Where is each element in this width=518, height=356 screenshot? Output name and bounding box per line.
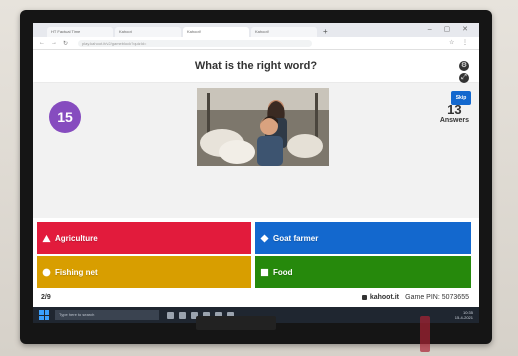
answers-counter: 13 Answers <box>440 102 469 124</box>
new-tab-button[interactable]: + <box>323 27 328 37</box>
lock-icon <box>361 294 367 300</box>
forward-icon[interactable]: → <box>51 40 57 46</box>
triangle-icon <box>42 234 51 242</box>
tv-frame: HT Factual Time Kahoot Kahoot! Kahoot! +… <box>20 10 492 344</box>
taskbar-search-input[interactable]: Type here to search <box>55 310 159 320</box>
site-label: kahoot.it <box>361 294 399 301</box>
answer-tile-blue[interactable]: Goat farmer <box>255 222 471 254</box>
extension-icons[interactable]: ☆ ⋮ <box>449 39 471 46</box>
address-bar: ← → ↻ play.kahoot.it/v2/gameblock?quizId… <box>33 37 479 50</box>
answer-label: Food <box>273 267 293 277</box>
reload-icon[interactable]: ↻ <box>63 40 68 47</box>
fullscreen-icon[interactable]: ⤢ <box>459 73 469 83</box>
answer-tile-yellow[interactable]: Fishing net <box>37 256 251 288</box>
task-view-icon[interactable] <box>167 311 174 319</box>
tv-bottom-bezel <box>196 316 276 330</box>
circle-icon <box>42 268 51 276</box>
question-image <box>197 88 329 166</box>
answers-label: Answers <box>439 117 469 124</box>
system-tray[interactable]: 10:35 15-4-2021 <box>455 310 473 320</box>
browser-tab[interactable]: HT Factual Time <box>47 27 113 37</box>
site-name: kahoot.it <box>369 294 399 301</box>
browser-tabstrip: HT Factual Time Kahoot Kahoot! Kahoot! +… <box>33 23 479 37</box>
tv-screen: HT Factual Time Kahoot Kahoot! Kahoot! +… <box>33 23 479 323</box>
browser-tab-active[interactable]: Kahoot! <box>183 27 249 37</box>
url-field[interactable]: play.kahoot.it/v2/gameblock?quizId= <box>78 39 313 47</box>
question-bar: What is the right word? <box>33 50 479 82</box>
browser-tab[interactable]: Kahoot <box>115 27 181 37</box>
answer-tile-green[interactable]: Food <box>255 256 471 288</box>
farm-photo-icon <box>197 88 329 166</box>
answers-count: 13 <box>447 102 462 117</box>
cable <box>420 316 430 352</box>
edge-icon[interactable] <box>179 311 186 319</box>
answer-label: Fishing net <box>55 267 98 277</box>
question-counter: 2/9 <box>41 294 51 301</box>
settings-icon[interactable]: ⚙ <box>459 61 469 71</box>
answer-tile-red[interactable]: Agriculture <box>37 222 251 254</box>
question-text: What is the right word? <box>194 60 318 72</box>
windows-start-icon[interactable] <box>39 310 49 320</box>
answer-label: Agriculture <box>55 233 98 243</box>
browser-tab[interactable]: Kahoot! <box>251 27 317 37</box>
game-pin: Game PIN: 5073655 <box>405 294 469 301</box>
countdown-timer: 15 <box>49 101 81 133</box>
window-controls[interactable]: – ▢ ✕ <box>428 25 473 33</box>
answer-label: Goat farmer <box>273 233 319 243</box>
game-footer: 2/9 kahoot.it Game PIN: 5073655 <box>33 291 479 305</box>
square-icon <box>260 268 269 276</box>
clock-date: 15-4-2021 <box>454 315 473 320</box>
diamond-icon <box>260 233 269 243</box>
back-icon[interactable]: ← <box>39 40 45 46</box>
